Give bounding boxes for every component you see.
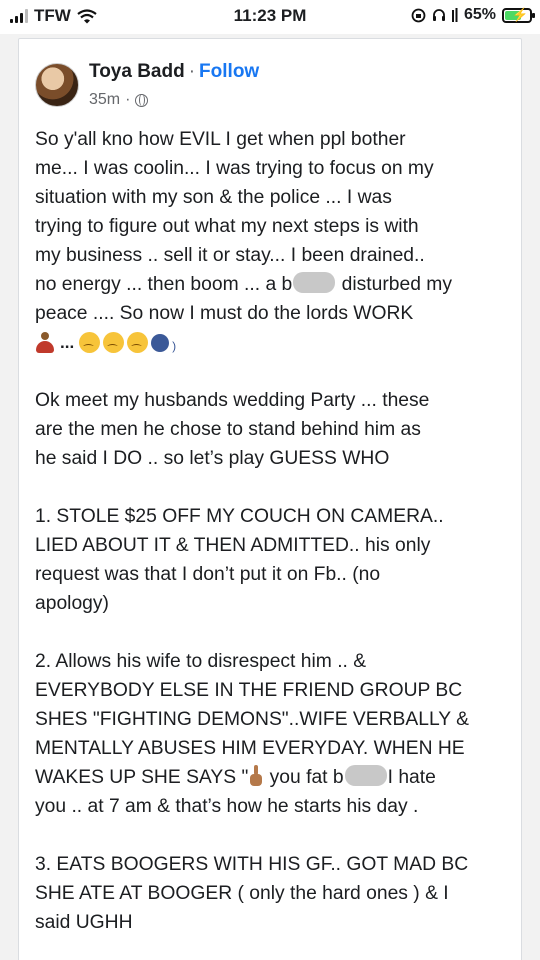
post-meta: 35m · — [89, 91, 149, 109]
text-fragment: I hate — [387, 767, 436, 788]
battery-icon: ⚡ — [502, 7, 535, 23]
text-fragment: you fat b — [269, 767, 344, 788]
text-line: situation with my son & the police ... I… — [35, 187, 392, 208]
paragraph-item-3: 3. EATS BOOGERS WITH HIS GF.. GOT MAD BC… — [35, 854, 469, 933]
timestamp[interactable]: 35m — [89, 91, 120, 109]
lte-signal-icon — [451, 8, 458, 22]
text-fragment: disturbed my — [341, 274, 452, 295]
post-header: Toya Badd · Follow 35m · — [35, 61, 505, 117]
emoji-ellipsis: ... — [60, 333, 75, 352]
author-name[interactable]: Toya Badd — [89, 61, 185, 82]
follow-button[interactable]: Follow — [199, 61, 259, 82]
speaking-head-icon — [151, 332, 176, 361]
text-line: trying to figure out what my next steps … — [35, 216, 419, 237]
post-card: Toya Badd · Follow 35m · So y'all kno how … — [18, 38, 522, 960]
text-block: 2. Allows his wife to disrespect him .. … — [35, 651, 470, 759]
weary-face-icon — [103, 332, 125, 353]
post-body: So y'all kno how EVIL I get when ppl bot… — [35, 125, 507, 937]
paragraph-intro: So y'all kno how EVIL I get when ppl bot… — [35, 125, 507, 361]
paragraph-item-1: 1. STOLE $25 OFF MY COUCH ON CAMERA.. LI… — [35, 506, 444, 614]
meditating-person-icon — [35, 331, 55, 354]
orientation-lock-icon — [411, 8, 426, 22]
weary-face-icon — [79, 332, 101, 353]
paragraph-item-2: 2. Allows his wife to disrespect him .. … — [35, 647, 507, 821]
text-line: So y'all kno how EVIL I get when ppl bot… — [35, 129, 406, 150]
censor-blur — [344, 765, 387, 786]
weary-face-icon — [127, 332, 149, 353]
text-line: no energy ... then boom ... a b disturbe… — [35, 270, 507, 299]
headphones-icon — [432, 9, 445, 21]
separator-dot: · — [188, 61, 196, 82]
text-fragment: no energy ... then boom ... a b — [35, 274, 293, 295]
meta-separator: · — [125, 91, 131, 108]
text-line: me... I was coolin... I was trying to fo… — [35, 158, 434, 179]
globe-icon — [135, 93, 149, 107]
text-fragment: WAKES UP SHE SAYS " — [35, 767, 249, 788]
author-line: Toya Badd · Follow — [89, 61, 259, 83]
censor-blur — [293, 272, 336, 293]
text-line: my business .. sell it or stay... I been… — [35, 245, 425, 266]
paragraph-wedding-party: Ok meet my husbands wedding Party ... th… — [35, 390, 430, 469]
battery-percent: 65% — [463, 6, 496, 23]
text-line: peace .... So now I must do the lords WO… — [35, 303, 414, 324]
middle-finger-icon — [250, 765, 263, 787]
emoji-row: ... — [35, 328, 507, 361]
status-icons: 65% ⚡ — [411, 6, 535, 24]
text-line: WAKES UP SHE SAYS " you fat b I hate — [35, 763, 507, 792]
status-bar: TFW 11:23 PM 65% ⚡ — [0, 0, 540, 34]
text-line: you .. at 7 am & that’s how he starts hi… — [35, 796, 419, 817]
avatar[interactable] — [35, 63, 79, 107]
